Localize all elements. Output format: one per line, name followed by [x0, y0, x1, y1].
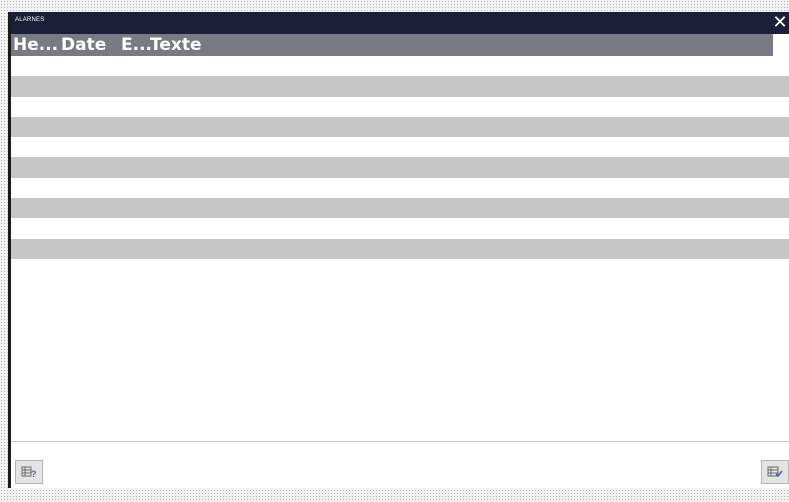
close-icon: ✕	[772, 12, 788, 33]
table-row[interactable]	[11, 238, 789, 259]
table-row[interactable]	[11, 97, 789, 117]
window-title: ALARNES	[15, 17, 45, 23]
table-row[interactable]	[11, 157, 789, 178]
table-help-icon: ?	[21, 466, 37, 479]
svg-text:?: ?	[31, 469, 37, 479]
column-header-date[interactable]: Date	[61, 35, 106, 55]
alarm-list	[11, 56, 789, 259]
table-row[interactable]	[11, 198, 789, 219]
close-button[interactable]: ✕	[771, 13, 789, 33]
column-header-text[interactable]: Texte	[150, 35, 202, 55]
acknowledge-button[interactable]	[761, 460, 789, 484]
table-header: He... Date E... Texte	[11, 34, 773, 56]
table-row[interactable]	[11, 76, 789, 97]
alarm-window: ALARNES ✕ He... Date E... Texte ?	[8, 12, 789, 488]
title-bar: ALARNES ✕	[11, 12, 789, 34]
column-header-hour[interactable]: He...	[13, 35, 58, 55]
table-row[interactable]	[11, 218, 789, 238]
table-row[interactable]	[11, 56, 789, 76]
header-spacer	[773, 34, 789, 56]
column-header-state[interactable]: E...	[121, 35, 152, 55]
divider	[11, 441, 789, 442]
table-row[interactable]	[11, 178, 789, 198]
table-acknowledge-icon	[767, 466, 783, 478]
table-row[interactable]	[11, 137, 789, 157]
table-row[interactable]	[11, 116, 789, 138]
help-button[interactable]: ?	[15, 460, 43, 484]
